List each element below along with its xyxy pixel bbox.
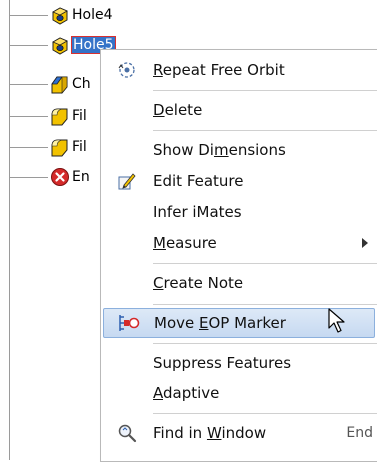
tree-connector [10,147,48,148]
mouse-pointer-icon [328,308,345,333]
tree-connector [10,116,48,117]
menu-item-adaptive[interactable]: Adaptive [101,378,377,408]
tree-connector [10,15,48,16]
menu-item-edit-feature[interactable]: Edit Feature [101,166,377,196]
hole-feature-icon [52,7,68,25]
tree-connector [10,45,48,46]
context-menu: Repeat Free Orbit Delete Show Dimensions… [100,49,377,462]
menu-item-label: Infer iMates [153,203,242,221]
menu-item-delete[interactable]: Delete [101,95,377,125]
menu-item-measure[interactable]: Measure [101,228,377,258]
menu-item-show-dimensions[interactable]: Show Dimensions [101,135,377,165]
menu-item-label: Suppress Features [153,354,292,372]
edit-feature-icon [118,173,136,190]
menu-item-label: Measure [153,234,217,252]
menu-item-label: Create Note [153,274,244,292]
menu-item-label: Delete [153,101,203,119]
menu-item-find-in-window[interactable]: Find in Window End [101,418,377,448]
menu-separator [153,413,377,414]
chamfer-feature-icon [51,76,68,94]
tree-item-fillet4[interactable]: Fil [50,105,87,127]
fillet-feature-icon [51,108,68,126]
menu-separator [153,90,377,91]
menu-item-label: Repeat Free Orbit [153,61,285,79]
menu-item-shortcut: End [346,425,373,441]
tree-item-label: En [72,169,90,185]
menu-item-infer-imates[interactable]: Infer iMates [101,197,377,227]
menu-item-label: Adaptive [153,384,220,402]
tree-connector [10,177,48,178]
tree-item-chamfer1[interactable]: Ch [50,73,91,95]
menu-item-repeat-free-orbit[interactable]: Repeat Free Orbit [101,55,377,85]
tree-trunk-line [9,0,10,460]
tree-item-hole4[interactable]: Hole4 [50,4,113,26]
eop-marker-icon [119,315,140,331]
menu-separator [153,130,377,131]
menu-separator [153,304,377,305]
tree-connector [10,84,48,85]
free-orbit-icon [118,62,135,78]
tree-item-end-of-part[interactable]: En [50,166,90,188]
menu-item-suppress-features[interactable]: Suppress Features [101,348,377,378]
menu-item-label: Find in Window [153,424,267,442]
tree-item-label: Fil [72,139,87,155]
menu-item-label: Show Dimensions [153,141,286,159]
fillet-feature-icon [51,139,68,157]
menu-separator [153,263,377,264]
end-of-part-icon [51,168,69,186]
tree-item-fillet5[interactable]: Fil [50,136,87,158]
tree-item-label: Ch [72,76,91,92]
find-in-window-icon [118,424,137,443]
menu-item-label: Move EOP Marker [154,314,286,332]
menu-item-label: Edit Feature [153,172,244,190]
tree-item-label: Hole4 [72,7,113,23]
menu-separator [153,343,377,344]
hole-feature-icon [52,37,68,55]
menu-item-create-note[interactable]: Create Note [101,268,377,298]
tree-item-label: Fil [72,108,87,124]
submenu-arrow-icon [362,238,368,248]
